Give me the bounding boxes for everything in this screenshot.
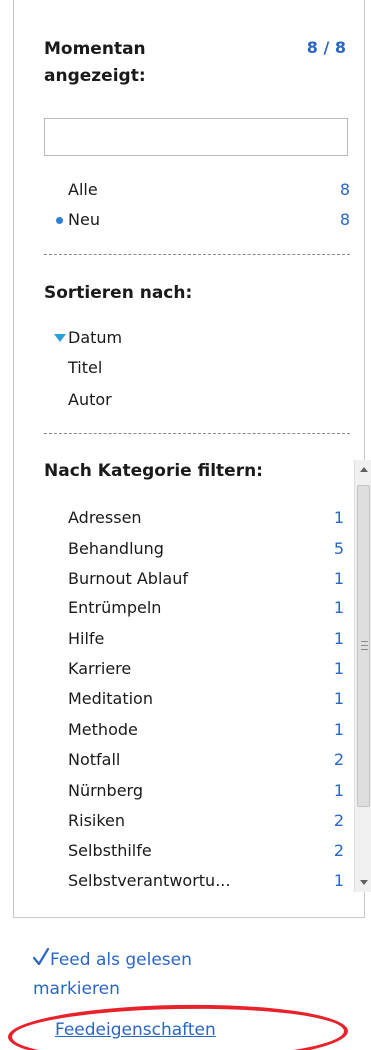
category-item[interactable]: Risiken 2	[68, 807, 344, 834]
filter-all[interactable]: Alle 8	[44, 178, 350, 202]
triangle-down-icon	[54, 334, 66, 342]
category-label: Entrümpeln	[68, 598, 162, 617]
category-count[interactable]: 1	[334, 594, 344, 621]
category-item[interactable]: Hilfe 1	[68, 625, 344, 652]
category-label: Risiken	[68, 811, 126, 830]
sort-option-date[interactable]: Datum	[44, 326, 350, 350]
scrollbar-thumb[interactable]	[357, 485, 370, 807]
search-input[interactable]	[44, 118, 348, 156]
sort-option-label: Datum	[68, 328, 123, 347]
category-label: Burnout Ablauf	[68, 569, 188, 588]
category-count[interactable]: 1	[334, 867, 344, 892]
category-count[interactable]: 1	[334, 685, 344, 712]
category-label: Methode	[68, 720, 138, 739]
mark-read-link[interactable]: Feed als gelesen	[50, 950, 192, 970]
category-label: Meditation	[68, 689, 153, 708]
category-item[interactable]: Adressen 1	[68, 504, 344, 531]
category-item[interactable]: Meditation 1	[68, 685, 344, 712]
category-label: Selbstverantwortu...	[68, 871, 231, 890]
category-item[interactable]: Nürnberg 1	[68, 777, 344, 804]
category-label: Nürnberg	[68, 781, 143, 800]
category-label: Selbsthilfe	[68, 841, 152, 860]
category-item[interactable]: Karriere 1	[68, 655, 344, 682]
checkmark-icon	[33, 947, 49, 966]
divider	[44, 254, 350, 255]
scroll-up-arrow-icon[interactable]	[355, 460, 371, 480]
category-count[interactable]: 2	[334, 807, 344, 834]
category-scrollbar[interactable]	[354, 460, 371, 892]
category-item[interactable]: Methode 1	[68, 716, 344, 743]
category-list: Adressen 1 Behandlung 5 Burnout Ablauf 1 En…	[44, 500, 371, 892]
category-count[interactable]: 2	[334, 746, 344, 773]
sort-option-label: Titel	[68, 358, 103, 377]
header-count[interactable]: 8 / 8	[307, 38, 346, 57]
filter-new[interactable]: Neu 8	[44, 208, 350, 232]
category-count[interactable]: 1	[334, 716, 344, 743]
category-count[interactable]: 1	[334, 504, 344, 531]
highlight-ellipse	[7, 1002, 349, 1050]
divider	[44, 433, 350, 434]
category-label: Karriere	[68, 659, 132, 678]
category-label: Behandlung	[68, 539, 164, 558]
dot-icon	[56, 217, 63, 224]
category-item[interactable]: Selbstverantwortu... 1	[68, 867, 344, 892]
filter-new-count[interactable]: 8	[340, 208, 350, 232]
category-count[interactable]: 5	[334, 535, 344, 562]
sort-title: Sortieren nach:	[44, 283, 193, 303]
category-label: Notfall	[68, 750, 121, 769]
filter-all-label: Alle	[68, 180, 98, 199]
mark-read-link-continued[interactable]: markieren	[33, 979, 120, 999]
category-count[interactable]: 1	[334, 625, 344, 652]
category-item[interactable]: Notfall 2	[68, 746, 344, 773]
filter-all-count[interactable]: 8	[340, 178, 350, 202]
category-count[interactable]: 2	[334, 837, 344, 864]
category-count[interactable]: 1	[334, 777, 344, 804]
sort-option-author[interactable]: Autor	[44, 388, 350, 412]
category-item[interactable]: Behandlung 5	[68, 535, 344, 562]
category-item[interactable]: Burnout Ablauf 1	[68, 565, 344, 592]
header-title: Momentan angezeigt:	[44, 39, 146, 86]
scroll-down-arrow-icon[interactable]	[355, 872, 371, 892]
sort-option-label: Autor	[68, 390, 112, 409]
grip-icon	[361, 641, 368, 650]
category-filter-title: Nach Kategorie filtern:	[44, 461, 263, 481]
category-count[interactable]: 1	[334, 655, 344, 682]
filter-new-label: Neu	[68, 210, 100, 229]
category-label: Hilfe	[68, 629, 105, 648]
category-count[interactable]: 1	[334, 565, 344, 592]
category-label: Adressen	[68, 508, 142, 527]
feed-filter-panel: Momentan angezeigt: 8 / 8 Alle 8 Neu 8 S…	[13, 0, 371, 918]
category-item[interactable]: Entrümpeln 1	[68, 594, 344, 621]
sort-option-title[interactable]: Titel	[44, 356, 350, 380]
category-item[interactable]: Selbsthilfe 2	[68, 837, 344, 864]
